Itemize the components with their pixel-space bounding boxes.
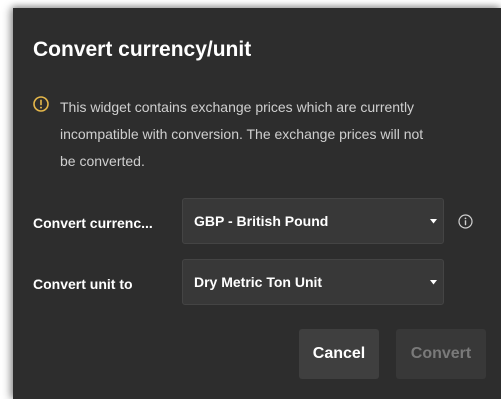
info-circle-icon[interactable] (458, 214, 473, 229)
convert-button[interactable]: Convert (396, 329, 486, 379)
warning-text: This widget contains exchange prices whi… (60, 94, 483, 175)
cancel-button[interactable]: Cancel (299, 329, 379, 379)
currency-select-value: GBP - British Pound (194, 213, 329, 229)
caret-down-icon (430, 219, 437, 224)
warning-line: This widget contains exchange prices whi… (60, 99, 415, 115)
convert-unit-label: Convert unit to (33, 276, 133, 292)
warning-circle-icon (33, 96, 49, 112)
caret-down-icon (430, 280, 437, 285)
warning-line: incompatible with conversion. The exchan… (60, 126, 424, 142)
convert-dialog: Convert currency/unit This widget contai… (13, 8, 501, 399)
convert-currency-label: Convert currenc... (33, 215, 153, 231)
dialog-title: Convert currency/unit (33, 38, 252, 61)
warning-line: be converted. (60, 153, 145, 169)
currency-select[interactable]: GBP - British Pound (182, 198, 444, 244)
unit-select[interactable]: Dry Metric Ton Unit (182, 259, 444, 305)
unit-select-value: Dry Metric Ton Unit (194, 274, 323, 290)
conversion-warning: This widget contains exchange prices whi… (33, 94, 483, 175)
